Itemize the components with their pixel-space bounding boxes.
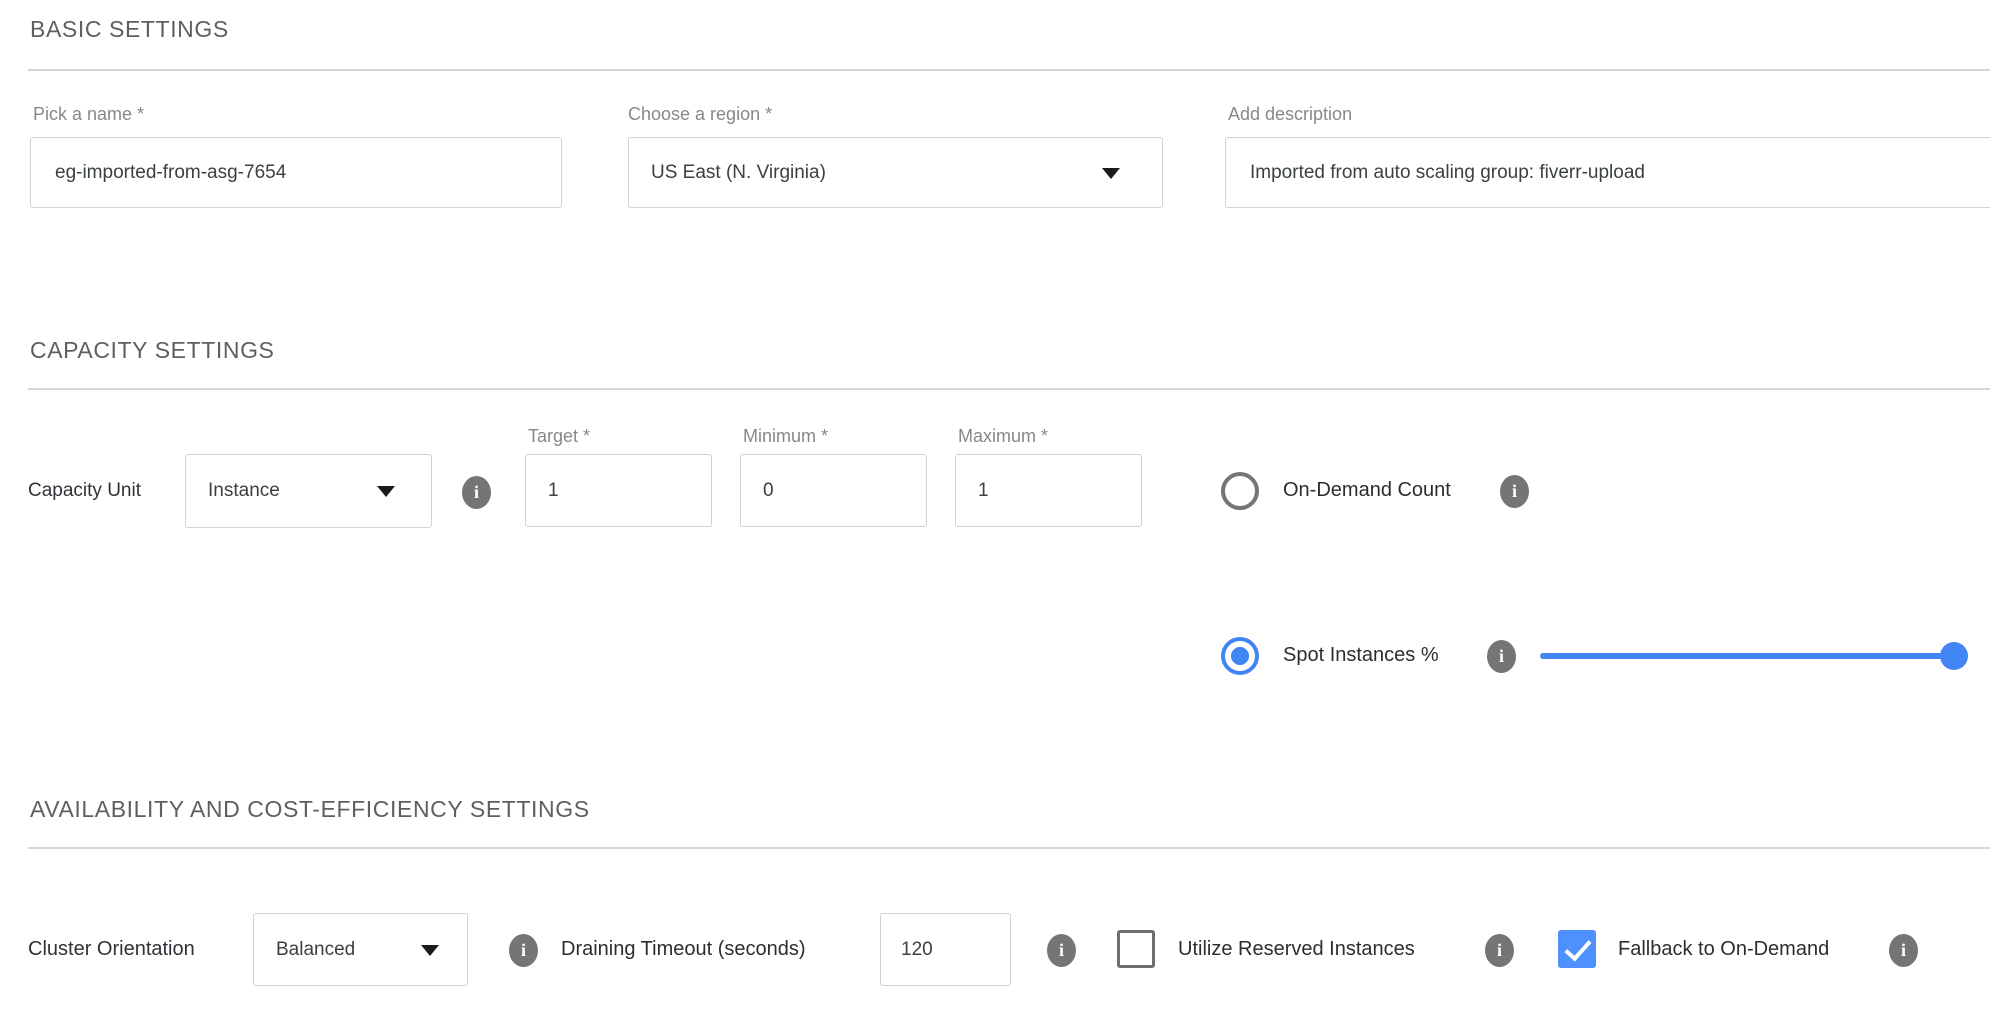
chevron-down-icon: [377, 486, 395, 497]
name-input[interactable]: [30, 137, 562, 208]
chevron-down-icon: [1102, 168, 1120, 179]
capacity-settings-divider: [28, 388, 1990, 390]
capacity-unit-select-value: Instance: [208, 480, 280, 502]
spot-instances-info-icon[interactable]: [1487, 640, 1516, 673]
maximum-input[interactable]: [955, 454, 1142, 527]
target-field-label: Target *: [528, 426, 590, 447]
spot-slider-track[interactable]: [1540, 653, 1954, 659]
region-select-value: US East (N. Virginia): [651, 162, 826, 184]
draining-timeout-label: Draining Timeout (seconds): [561, 938, 806, 961]
fallback-on-demand-checkbox[interactable]: [1558, 930, 1596, 968]
capacity-settings-title: CAPACITY SETTINGS: [30, 337, 275, 364]
availability-settings-divider: [28, 847, 1990, 849]
cluster-orientation-select-value: Balanced: [276, 939, 355, 961]
on-demand-count-info-icon[interactable]: [1500, 475, 1529, 508]
draining-timeout-input[interactable]: [880, 913, 1011, 986]
fallback-on-demand-info-icon[interactable]: [1889, 934, 1918, 967]
target-input[interactable]: [525, 454, 712, 527]
chevron-down-icon: [421, 945, 439, 956]
availability-settings-title: AVAILABILITY AND COST-EFFICIENCY SETTING…: [30, 796, 590, 823]
elastigroup-creation-form: BASIC SETTINGS Pick a name * Choose a re…: [0, 0, 1990, 1016]
on-demand-count-label: On-Demand Count: [1283, 479, 1451, 502]
region-select[interactable]: US East (N. Virginia): [628, 137, 1163, 208]
spot-instances-label: Spot Instances %: [1283, 644, 1439, 667]
utilize-reserved-label: Utilize Reserved Instances: [1178, 938, 1415, 961]
maximum-field-label: Maximum *: [958, 426, 1048, 447]
utilize-reserved-checkbox[interactable]: [1117, 930, 1155, 968]
draining-timeout-info-icon[interactable]: [1047, 934, 1076, 967]
basic-settings-divider: [28, 69, 1990, 71]
cluster-orientation-select[interactable]: Balanced: [253, 913, 468, 986]
minimum-input[interactable]: [740, 454, 927, 527]
description-field-label: Add description: [1228, 104, 1352, 125]
cluster-orientation-info-icon[interactable]: [509, 934, 538, 967]
utilize-reserved-info-icon[interactable]: [1485, 934, 1514, 967]
spot-slider-thumb[interactable]: [1940, 642, 1968, 670]
region-field-label: Choose a region *: [628, 104, 772, 125]
fallback-on-demand-label: Fallback to On-Demand: [1618, 938, 1829, 961]
basic-settings-title: BASIC SETTINGS: [30, 16, 229, 43]
name-field-label: Pick a name *: [33, 104, 144, 125]
capacity-unit-select[interactable]: Instance: [185, 454, 432, 528]
minimum-field-label: Minimum *: [743, 426, 828, 447]
on-demand-count-radio[interactable]: [1221, 472, 1259, 510]
cluster-orientation-label: Cluster Orientation: [28, 938, 195, 961]
description-input[interactable]: [1225, 137, 1990, 208]
capacity-unit-info-icon[interactable]: [462, 476, 491, 509]
capacity-unit-label: Capacity Unit: [28, 480, 141, 502]
spot-instances-radio[interactable]: [1221, 637, 1259, 675]
